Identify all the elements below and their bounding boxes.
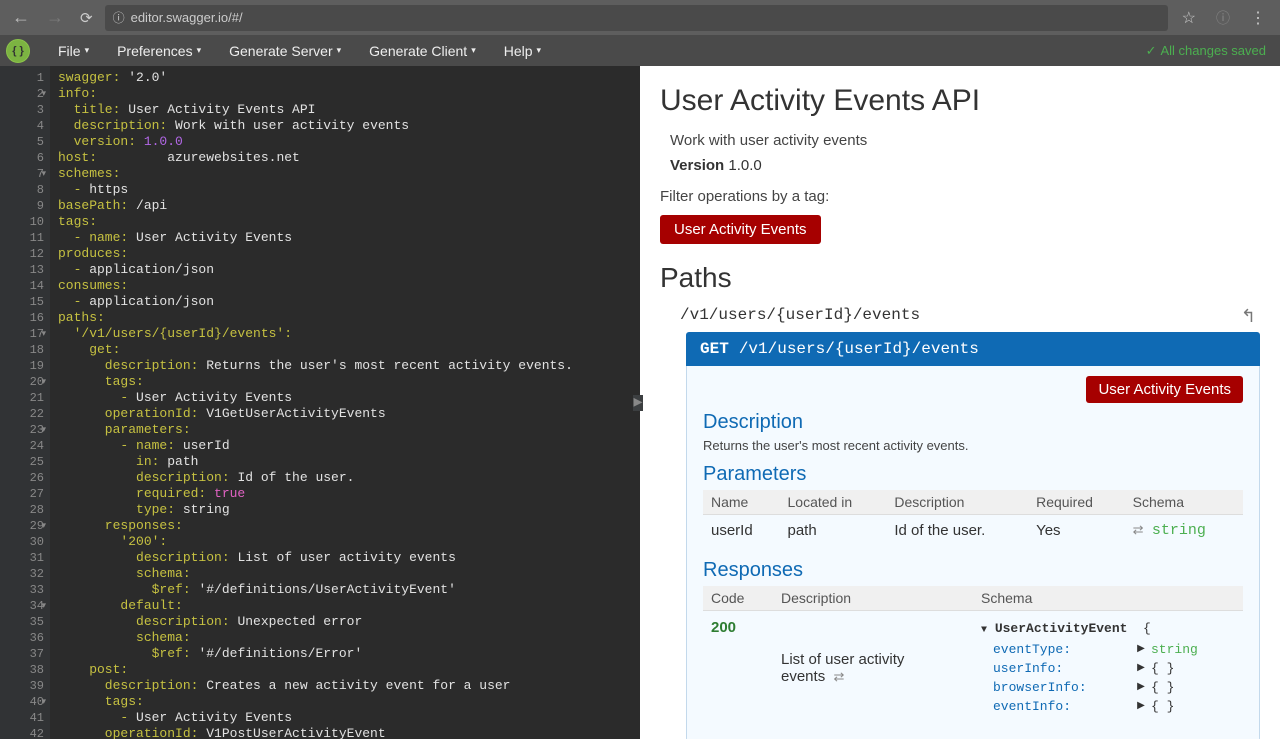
swap-icon[interactable]: ⇄ xyxy=(1133,522,1144,537)
operation-description: Returns the user's most recent activity … xyxy=(703,438,1243,453)
browser-menu-icon[interactable]: ⋮ xyxy=(1244,8,1272,28)
api-title: User Activity Events API xyxy=(660,84,1260,118)
path-collapse-icon[interactable]: ↰ xyxy=(1241,306,1256,327)
page-info-icon[interactable]: ⓘ xyxy=(1210,8,1236,28)
param-header: Located in xyxy=(780,490,887,515)
save-status-text: All changes saved xyxy=(1160,43,1266,58)
operation-header[interactable]: GET /v1/users/{userId}/events xyxy=(686,332,1260,366)
param-required: Yes xyxy=(1028,515,1125,546)
swap-icon[interactable]: ⇄ xyxy=(834,669,845,684)
param-description: Id of the user. xyxy=(886,515,1028,546)
menu-generate-client[interactable]: Generate Client ▾ xyxy=(355,43,490,59)
operation-box: GET /v1/users/{userId}/events User Activ… xyxy=(686,332,1260,739)
check-icon: ✓ xyxy=(1146,43,1157,59)
forward-button[interactable]: → xyxy=(42,7,68,28)
caret-down-icon: ▾ xyxy=(471,45,476,56)
parameter-row: userId path Id of the user. Yes ⇄ string xyxy=(703,515,1243,546)
parameters-section-heading: Parameters xyxy=(703,463,1243,486)
responses-table: CodeDescriptionSchema 200 List of user a… xyxy=(703,586,1243,724)
caret-down-icon: ▾ xyxy=(537,45,542,56)
parameters-table: NameLocated inDescriptionRequiredSchema … xyxy=(703,490,1243,545)
response-row: 200 List of user activity events ⇄ ▼ Use… xyxy=(703,611,1243,725)
api-description: Work with user activity events xyxy=(670,132,1260,149)
param-name: userId xyxy=(703,515,780,546)
response-code: 200 xyxy=(711,619,736,636)
save-status: ✓ All changes saved xyxy=(1146,43,1274,59)
param-located: path xyxy=(780,515,887,546)
split-pane: 12▾34567▾891011121314151617▾181920▾21222… xyxy=(0,66,1280,739)
back-button[interactable]: ← xyxy=(8,7,34,28)
caret-down-icon: ▾ xyxy=(197,45,202,56)
caret-down-icon: ▾ xyxy=(337,45,342,56)
resp-header: Code xyxy=(703,586,773,611)
param-schema: ⇄ string xyxy=(1125,515,1243,546)
line-gutter: 12▾34567▾891011121314151617▾181920▾21222… xyxy=(0,66,50,739)
filter-label: Filter operations by a tag: xyxy=(660,188,1260,205)
param-header: Schema xyxy=(1125,490,1243,515)
menu-preferences[interactable]: Preferences ▾ xyxy=(103,43,215,59)
split-resize-handle[interactable]: ▸ xyxy=(633,395,643,411)
code-editor[interactable]: 12▾34567▾891011121314151617▾181920▾21222… xyxy=(0,66,640,739)
menu-help[interactable]: Help ▾ xyxy=(490,43,555,59)
swagger-logo-icon: { } xyxy=(6,39,30,63)
response-schema: ▼ UserActivityEvent { eventType:▶stringu… xyxy=(981,619,1235,716)
tag-pill[interactable]: User Activity Events xyxy=(660,215,821,244)
http-method: GET xyxy=(700,340,729,358)
path-title: /v1/users/{userId}/events xyxy=(680,306,920,324)
resp-header: Description xyxy=(773,586,973,611)
url-text: editor.swagger.io/#/ xyxy=(131,10,243,25)
param-header: Required xyxy=(1028,490,1125,515)
paths-heading: Paths xyxy=(660,262,1260,294)
description-section-heading: Description xyxy=(703,411,1243,434)
app-menu-bar: { } File ▾Preferences ▾Generate Server ▾… xyxy=(0,35,1280,66)
resp-header: Schema xyxy=(973,586,1243,611)
triangle-down-icon[interactable]: ▼ xyxy=(981,625,987,636)
param-header: Name xyxy=(703,490,780,515)
operation-tag-pill[interactable]: User Activity Events xyxy=(1086,376,1243,403)
menu-file[interactable]: File ▾ xyxy=(44,43,103,59)
browser-chrome: ← → ⟳ ⓘ editor.swagger.io/#/ ☆ ⓘ ⋮ xyxy=(0,0,1280,35)
param-header: Description xyxy=(886,490,1028,515)
operation-path: /v1/users/{userId}/events xyxy=(739,340,979,358)
caret-down-icon: ▾ xyxy=(85,45,90,56)
responses-section-heading: Responses xyxy=(703,559,1243,582)
bookmark-star-icon[interactable]: ☆ xyxy=(1176,8,1202,28)
code-content[interactable]: swagger: '2.0'info: title: User Activity… xyxy=(50,66,640,739)
menu-generate-server[interactable]: Generate Server ▾ xyxy=(215,43,355,59)
api-preview: User Activity Events API Work with user … xyxy=(640,66,1280,739)
operation-body: User Activity Events Description Returns… xyxy=(686,366,1260,739)
api-version: Version 1.0.0 xyxy=(670,157,1260,174)
url-bar[interactable]: ⓘ editor.swagger.io/#/ xyxy=(105,5,1168,31)
reload-button[interactable]: ⟳ xyxy=(76,9,97,27)
site-info-icon[interactable]: ⓘ xyxy=(113,9,125,26)
